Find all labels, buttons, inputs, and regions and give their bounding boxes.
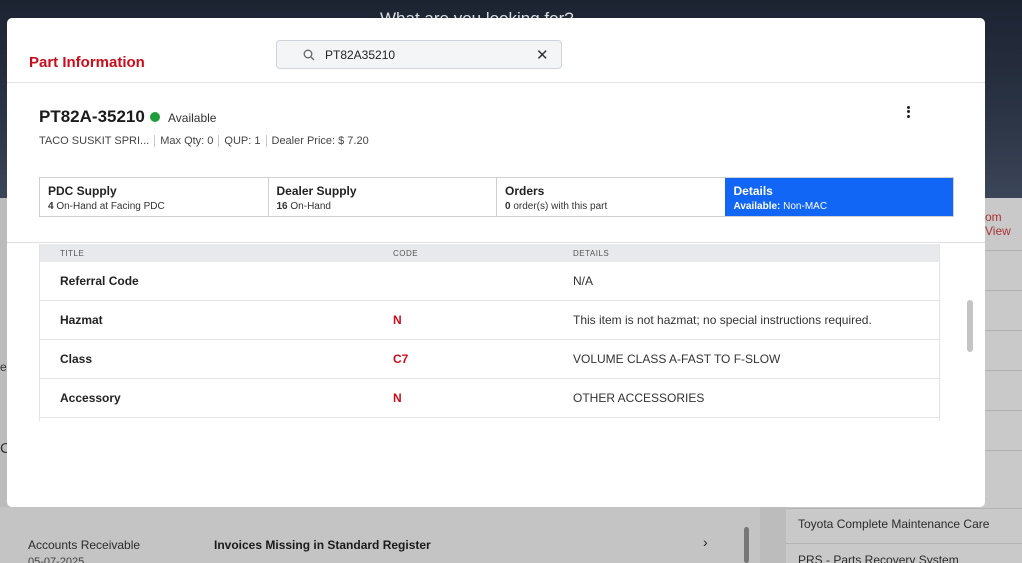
table-header: TITLE CODE DETAILS	[40, 244, 939, 262]
tab-orders[interactable]: Orders 0 order(s) with this part	[496, 178, 725, 216]
part-number: PT82A-35210	[39, 107, 145, 126]
row-details: OTHER ACCESSORIES	[573, 391, 705, 405]
tab-title: PDC Supply	[48, 184, 117, 198]
tab-title: Details	[733, 184, 773, 198]
tab-count: 16	[276, 201, 288, 212]
search-icon	[303, 49, 315, 61]
row-code: N	[393, 313, 402, 327]
background-prs-link[interactable]: PRS - Parts Recovery System	[798, 553, 959, 563]
tab-dealer-supply[interactable]: Dealer Supply 16 On-Hand	[267, 178, 497, 216]
row-details: VOLUME CLASS A-FAST TO F-SLOW	[573, 352, 781, 366]
tab-subtitle: 4 On-Hand at Facing PDC	[48, 201, 260, 212]
tab-count: Available:	[733, 201, 781, 212]
tab-sub-text: order(s) with this part	[510, 201, 608, 212]
background-accounts-receivable: Accounts Receivable	[28, 538, 141, 552]
header-divider	[7, 82, 985, 83]
availability-status-dot	[150, 112, 160, 122]
background-zoom-link[interactable]: om View	[985, 210, 1022, 238]
section-divider	[7, 242, 985, 243]
qup: QUP: 1	[218, 135, 265, 147]
part-information-modal: Part Information ✕ PT82A-35210 Available…	[7, 18, 985, 507]
supply-tabs: PDC Supply 4 On-Hand at Facing PDC Deale…	[39, 177, 954, 217]
tab-subtitle: 16 On-Hand	[277, 201, 489, 212]
more-options-icon[interactable]	[903, 104, 913, 120]
availability-status: Available	[168, 111, 217, 125]
table-row: Accessory N OTHER ACCESSORIES	[40, 379, 939, 418]
part-description: TACO SUSKIT SPRI...	[39, 135, 150, 147]
part-search-input[interactable]	[325, 47, 525, 63]
background-maintenance-care-link[interactable]: Toyota Complete Maintenance Care	[798, 517, 989, 531]
max-qty: Max Qty: 0	[154, 135, 218, 147]
tab-sub-text: Non-MAC	[780, 201, 828, 212]
row-title: Class	[60, 352, 93, 366]
background-scrollbar[interactable]	[744, 527, 749, 563]
column-header-code: CODE	[393, 248, 419, 258]
table-row: Hazmat N This item is not hazmat; no spe…	[40, 301, 939, 340]
row-details: N/A	[573, 274, 594, 288]
tab-pdc-supply[interactable]: PDC Supply 4 On-Hand at Facing PDC	[40, 178, 268, 216]
table-row: Class C7 VOLUME CLASS A-FAST TO F-SLOW	[40, 340, 939, 379]
row-title: Hazmat	[60, 313, 103, 327]
dealer-price: Dealer Price: $ 7.20	[265, 135, 374, 147]
column-header-title: TITLE	[60, 248, 85, 258]
tab-subtitle: 0 order(s) with this part	[505, 201, 717, 212]
background-left-column	[0, 507, 760, 563]
part-search-box[interactable]: ✕	[276, 40, 562, 69]
row-title: Accessory	[60, 391, 121, 405]
row-code: N	[393, 391, 402, 405]
close-icon[interactable]: ✕	[536, 46, 549, 64]
row-details: This item is not hazmat; no special inst…	[573, 313, 872, 327]
tab-title: Orders	[505, 184, 545, 198]
column-header-details: DETAILS	[573, 248, 610, 258]
details-table: TITLE CODE DETAILS Referral Code N/A Haz…	[39, 244, 940, 421]
background-accounts-receivable-date: 05-07-2025	[28, 556, 85, 563]
table-row: Referral Code N/A	[40, 262, 939, 301]
tab-details[interactable]: Details Available: Non-MAC	[724, 178, 953, 216]
chevron-right-icon[interactable]: ›	[703, 534, 708, 550]
tab-sub-text: On-Hand at Facing PDC	[53, 201, 165, 212]
row-title: Referral Code	[60, 274, 139, 288]
part-meta-row: TACO SUSKIT SPRI... Max Qty: 0 QUP: 1 Deale…	[39, 135, 374, 147]
modal-scrollbar[interactable]	[967, 300, 973, 352]
tab-title: Dealer Supply	[276, 184, 357, 198]
row-code: C7	[393, 352, 409, 366]
background-invoices-link[interactable]: Invoices Missing in Standard Register	[214, 538, 431, 552]
tab-sub-text: On-Hand	[287, 201, 331, 212]
modal-title: Part Information	[29, 54, 145, 71]
tab-subtitle: Available: Non-MAC	[734, 201, 946, 212]
